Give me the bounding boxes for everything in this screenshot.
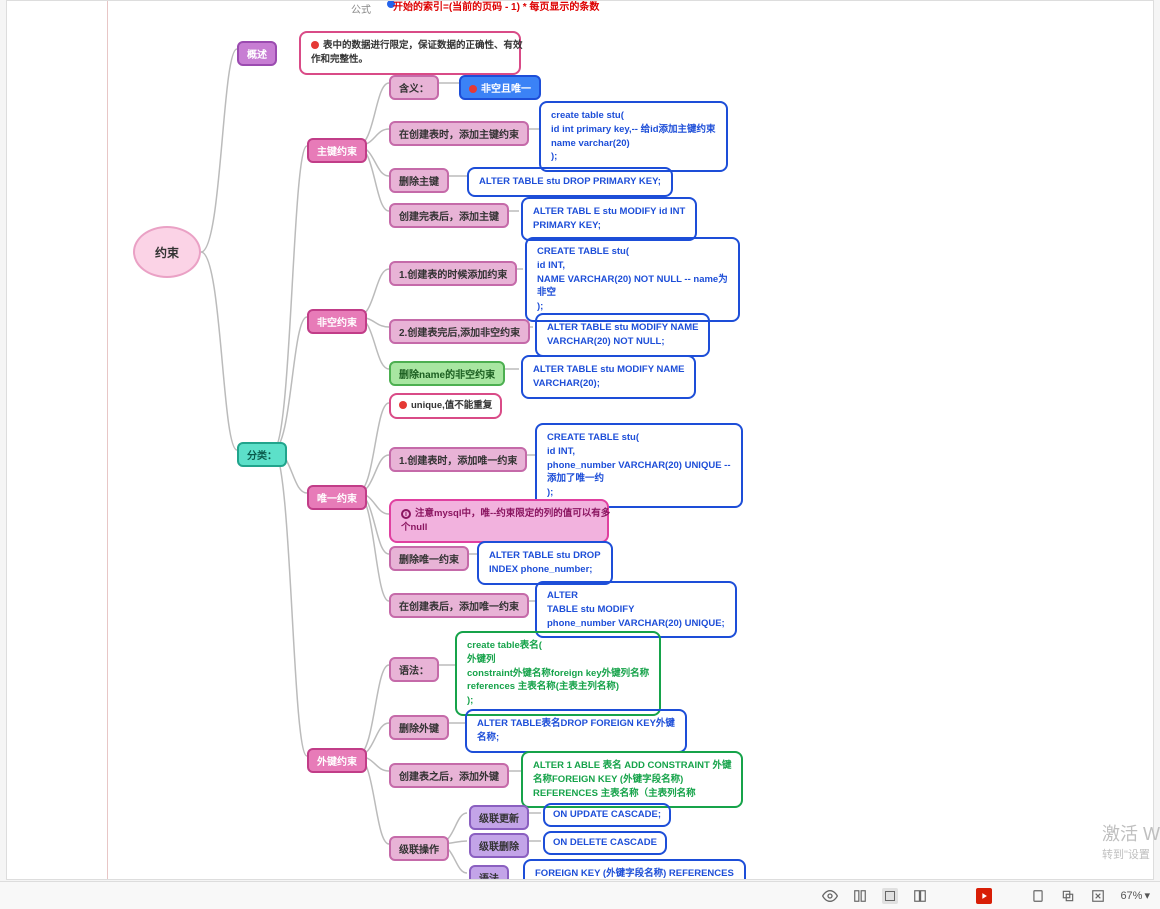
- uq-note[interactable]: i注意mysql中，唯--约束限定的列的值可以有多 个null: [389, 499, 609, 543]
- fk-syntax-code[interactable]: create table表名( 外键列 constraint外键名称foreig…: [455, 631, 661, 716]
- node-overview[interactable]: 概述: [237, 41, 277, 66]
- layout-icon-1[interactable]: [852, 888, 868, 904]
- node-fk[interactable]: 外键约束: [307, 748, 367, 773]
- node-uq[interactable]: 唯一约束: [307, 485, 367, 510]
- node-pk-meaning[interactable]: 含义：: [389, 75, 439, 100]
- red-dot-icon: [399, 401, 407, 409]
- red-dot-icon: [311, 41, 319, 49]
- node-nn2[interactable]: 2.创建表完后,添加非空约束: [389, 319, 530, 344]
- nn1-code[interactable]: CREATE TABLE stu( id INT, NAME VARCHAR(2…: [525, 237, 740, 322]
- node-nn1[interactable]: 1.创建表的时候添加约束: [389, 261, 517, 286]
- eye-icon[interactable]: [822, 888, 838, 904]
- node-fk-drop[interactable]: 删除外键: [389, 715, 449, 740]
- node-uq1[interactable]: 1.创建表时，添加唯一约束: [389, 447, 527, 472]
- node-fk-after[interactable]: 创建表之后，添加外键: [389, 763, 509, 788]
- node-category[interactable]: 分类：: [237, 442, 287, 467]
- overview-text[interactable]: 表中的数据进行限定，保证数据的正确性、有效 作和完整性。: [299, 31, 521, 75]
- layout-icon-2[interactable]: [882, 888, 898, 904]
- vertical-rule: [107, 1, 108, 879]
- fk-after-code[interactable]: ALTER 1 ABLE 表名 ADD CONSTRAINT 外键 名称FORE…: [521, 751, 743, 808]
- uq1-code[interactable]: CREATE TABLE stu( id INT, phone_number V…: [535, 423, 743, 508]
- nn2-code[interactable]: ALTER TABLE stu MODIFY NAME VARCHAR(20) …: [535, 313, 710, 357]
- nn3-code[interactable]: ALTER TABLE stu MODIFY NAME VARCHAR(20);: [521, 355, 696, 399]
- node-nn[interactable]: 非空约束: [307, 309, 367, 334]
- layout-icon-3[interactable]: [912, 888, 928, 904]
- node-cascade[interactable]: 级联操作: [389, 836, 449, 861]
- cascade-syntax-code[interactable]: FOREIGN KEY (外键字段名称) REFERENCES 主表名称(主表列…: [523, 859, 746, 880]
- uq4-code[interactable]: ALTER TABLE stu MODIFY phone_number VARC…: [535, 581, 737, 638]
- cascade-delete-code[interactable]: ON DELETE CASCADE: [543, 831, 667, 855]
- uq3-code[interactable]: ALTER TABLE stu DROP INDEX phone_number;: [477, 541, 613, 585]
- mindmap-canvas[interactable]: 公式 开始的索引=(当前的页码 - 1) * 每页显示的条数 约束 概述 表中的…: [6, 0, 1154, 880]
- top-formula: 开始的索引=(当前的页码 - 1) * 每页显示的条数: [393, 0, 599, 13]
- node-uq3[interactable]: 删除唯一约束: [389, 546, 469, 571]
- node-pk-drop[interactable]: 删除主键: [389, 168, 449, 193]
- node-uq4[interactable]: 在创建表后，添加唯一约束: [389, 593, 529, 618]
- cascade-update-code[interactable]: ON UPDATE CASCADE;: [543, 803, 671, 827]
- node-pk-create[interactable]: 在创建表时，添加主键约束: [389, 121, 529, 146]
- pk-create-code[interactable]: create table stu( id int primary key,-- …: [539, 101, 728, 172]
- pk-meaning-badge[interactable]: 非空且唯一: [459, 75, 541, 100]
- fk-drop-code[interactable]: ALTER TABLE表名DROP FOREIGN KEY外键 名称;: [465, 709, 687, 753]
- play-icon[interactable]: [976, 888, 992, 904]
- pk-drop-code[interactable]: ALTER TABLE stu DROP PRIMARY KEY;: [467, 167, 673, 197]
- node-cascade-syntax[interactable]: 语法: [469, 865, 509, 880]
- root-node[interactable]: 约束: [133, 226, 201, 278]
- node-fk-syntax[interactable]: 语法：: [389, 657, 439, 682]
- pk-after-code[interactable]: ALTER TABL E stu MODIFY id INT PRIMARY K…: [521, 197, 697, 241]
- page-icon[interactable]: [1030, 888, 1046, 904]
- status-bar: 67%▾: [0, 881, 1160, 909]
- node-nn3[interactable]: 删除name的非空约束: [389, 361, 505, 386]
- top-label: 公式: [351, 1, 371, 16]
- uq-tip[interactable]: unique,值不能重复: [389, 393, 502, 419]
- node-pk-after[interactable]: 创建完表后，添加主键: [389, 203, 509, 228]
- chevron-down-icon: ▾: [1144, 889, 1150, 902]
- node-pk[interactable]: 主键约束: [307, 138, 367, 163]
- node-cascade-delete[interactable]: 级联删除: [469, 833, 529, 858]
- red-dot-icon: [469, 85, 477, 93]
- node-cascade-update[interactable]: 级联更新: [469, 805, 529, 830]
- zoom-control[interactable]: 67%▾: [1120, 889, 1150, 902]
- copy-icon[interactable]: [1060, 888, 1076, 904]
- fit-icon[interactable]: [1090, 888, 1106, 904]
